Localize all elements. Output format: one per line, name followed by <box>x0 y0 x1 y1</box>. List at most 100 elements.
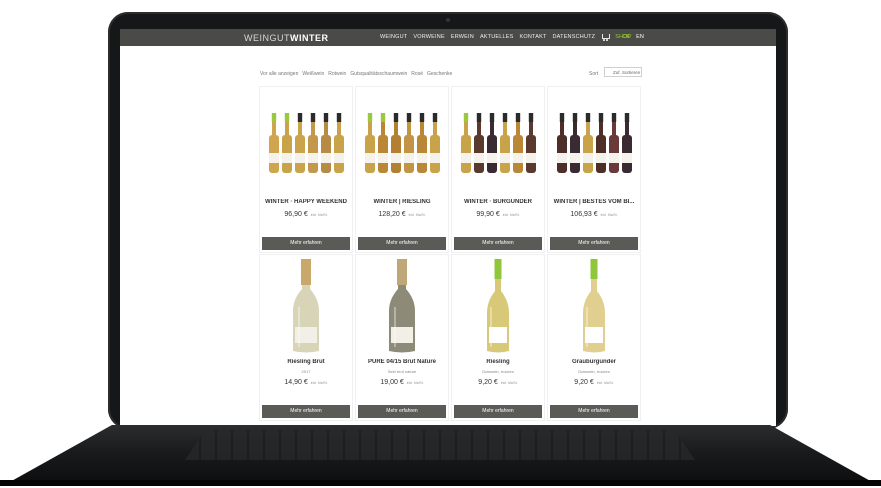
site-logo[interactable]: WEINGUTWINTER <box>244 33 329 43</box>
more-info-button[interactable]: Mehr erfahren <box>550 405 638 418</box>
bottle-part <box>394 307 396 347</box>
bottle-part <box>586 307 588 347</box>
bottle-shape <box>474 113 484 173</box>
bottle-shape <box>526 113 536 173</box>
more-info-button[interactable]: Mehr erfahren <box>454 405 542 418</box>
filter-link-rotwein[interactable]: Rotwein <box>328 71 346 77</box>
bottle-shape <box>513 113 523 173</box>
product-price: 106,93 € <box>570 211 598 218</box>
price-row: 96,90 € inkl. MwSt. <box>260 211 352 218</box>
product-card[interactable]: Grauburgunder Gutswein, trocken 9,20 € inkl… <box>548 255 640 420</box>
product-image[interactable] <box>548 255 640 355</box>
more-info-button[interactable]: Mehr erfahren <box>454 237 542 250</box>
product-card[interactable]: WINTER | BESTES VOM BI... 106,93 € inkl. M… <box>548 87 640 252</box>
filter-link-rose[interactable]: Rosé <box>411 71 423 77</box>
product-card[interactable]: WINTER | RIESLING 128,20 € inkl. MwSt. Mehr… <box>356 87 448 252</box>
logo-light-text: WEINGUT <box>244 33 290 43</box>
filter-link-all[interactable]: Vor alle anzeigen <box>260 71 298 77</box>
webcam <box>446 18 450 22</box>
product-image[interactable] <box>356 255 448 355</box>
price-unit-note: inkl. MwSt. <box>596 381 614 385</box>
product-card[interactable]: Riesling Gutswein, trocken 9,20 € inkl. MwS… <box>452 255 544 420</box>
product-price: 99,90 € <box>476 211 500 218</box>
price-unit-note: inkl. MwSt. <box>310 381 328 385</box>
bottle-shape <box>282 113 292 173</box>
price-row: 99,90 € inkl. MwSt. <box>452 211 544 218</box>
price-unit-note: inkl. MwSt. <box>500 381 518 385</box>
lang-en-link[interactable]: EN <box>636 34 644 40</box>
product-name[interactable]: WINTER · HAPPY WEEKEND <box>263 199 349 205</box>
nav-item-vorweine[interactable]: VORWEINE <box>413 34 444 40</box>
price-row: 14,90 € inkl. MwSt. <box>260 379 352 386</box>
laptop-keyboard <box>185 430 695 460</box>
price-unit-note: inkl. MwSt. <box>502 213 520 217</box>
product-name[interactable]: PURE 04/15 Brut Nature <box>359 359 445 365</box>
bottle-shape <box>430 113 440 173</box>
product-price: 96,90 € <box>284 211 308 218</box>
product-name[interactable]: Grauburgunder <box>551 359 637 365</box>
lang-de-link[interactable]: DE <box>623 34 631 40</box>
nav-item-datenschutz[interactable]: DATENSCHUTZ <box>553 34 596 40</box>
bottle-shape <box>391 113 401 173</box>
price-unit-note: inkl. MwSt. <box>600 213 618 217</box>
product-price: 14,90 € <box>284 379 308 386</box>
product-name[interactable]: Riesling Brut <box>263 359 349 365</box>
bottle-shape <box>487 113 497 173</box>
more-info-button[interactable]: Mehr erfahren <box>262 405 350 418</box>
category-filter-links: Vor alle anzeigen Weißwein Rotwein Gutsq… <box>260 71 452 77</box>
bottle-shape <box>570 113 580 173</box>
bottle-illustration <box>461 113 536 173</box>
product-grid: WINTER · HAPPY WEEKEND 96,90 € inkl. MwSt.… <box>260 87 642 420</box>
nav-item-kontakt[interactable]: KONTAKT <box>520 34 547 40</box>
bottle-shape <box>308 113 318 173</box>
sort-select[interactable]: Zuf. Sortieren <box>604 67 642 77</box>
bottle-part <box>494 259 502 279</box>
nav-item-erwein[interactable]: ERWEIN <box>451 34 474 40</box>
product-card[interactable]: PURE 04/15 Brut Nature Sekt brut nature 19… <box>356 255 448 420</box>
more-info-button[interactable]: Mehr erfahren <box>550 237 638 250</box>
more-info-button[interactable]: Mehr erfahren <box>262 237 350 250</box>
more-info-button[interactable]: Mehr erfahren <box>358 405 446 418</box>
filter-link-weisswein[interactable]: Weißwein <box>302 71 324 77</box>
product-image[interactable] <box>548 87 640 187</box>
product-card[interactable]: WINTER · BURGUNDER 99,90 € inkl. MwSt. Mehr… <box>452 87 544 252</box>
product-name[interactable]: WINTER | RIESLING <box>359 199 445 205</box>
price-row: 19,00 € inkl. MwSt. <box>356 379 448 386</box>
filter-link-schaumwein[interactable]: Gutsqualitätsschaumwein <box>350 71 407 77</box>
product-subtitle: Gutswein, trocken <box>577 369 610 374</box>
bottle-shape <box>609 113 619 173</box>
bottle-shape <box>334 113 344 173</box>
cart-icon[interactable] <box>601 34 611 41</box>
product-image[interactable] <box>356 87 448 187</box>
product-image[interactable] <box>260 255 352 355</box>
nav-item-weingut[interactable]: WEINGUT <box>380 34 407 40</box>
site-header: WEINGUTWINTER WEINGUT VORWEINE ERWEIN AK… <box>120 29 776 46</box>
bottle-illustration <box>389 259 415 353</box>
filter-link-geschenke[interactable]: Geschenke <box>427 71 452 77</box>
product-card[interactable]: Riesling Brut 2017 14,90 € inkl. MwSt. Mehr … <box>260 255 352 420</box>
product-image[interactable] <box>452 255 544 355</box>
bottle-part <box>397 259 407 285</box>
price-row: 9,20 € inkl. MwSt. <box>452 379 544 386</box>
bottle-part <box>490 307 492 347</box>
bottle-shape <box>321 113 331 173</box>
bottle-shape <box>557 113 567 173</box>
product-name[interactable]: WINTER | BESTES VOM BI... <box>551 199 637 205</box>
product-price: 9,20 € <box>478 379 498 386</box>
product-image[interactable] <box>260 87 352 187</box>
bottle-illustration <box>487 259 509 353</box>
product-image[interactable] <box>452 87 544 187</box>
bottle-shape <box>365 113 375 173</box>
product-subtitle: Gutswein, trocken <box>481 369 514 374</box>
bottle-illustration <box>365 113 440 173</box>
product-card[interactable]: WINTER · HAPPY WEEKEND 96,90 € inkl. MwSt.… <box>260 87 352 252</box>
more-info-button[interactable]: Mehr erfahren <box>358 237 446 250</box>
product-name[interactable]: WINTER · BURGUNDER <box>455 199 541 205</box>
price-unit-note: inkl. MwSt. <box>310 213 328 217</box>
laptop-screen: WEINGUTWINTER WEINGUT VORWEINE ERWEIN AK… <box>120 29 776 426</box>
nav-item-aktuelles[interactable]: AKTUELLES <box>480 34 514 40</box>
price-row: 106,93 € inkl. MwSt. <box>548 211 640 218</box>
product-name[interactable]: Riesling <box>455 359 541 365</box>
bottle-illustration <box>269 113 344 173</box>
bottle-shape <box>596 113 606 173</box>
